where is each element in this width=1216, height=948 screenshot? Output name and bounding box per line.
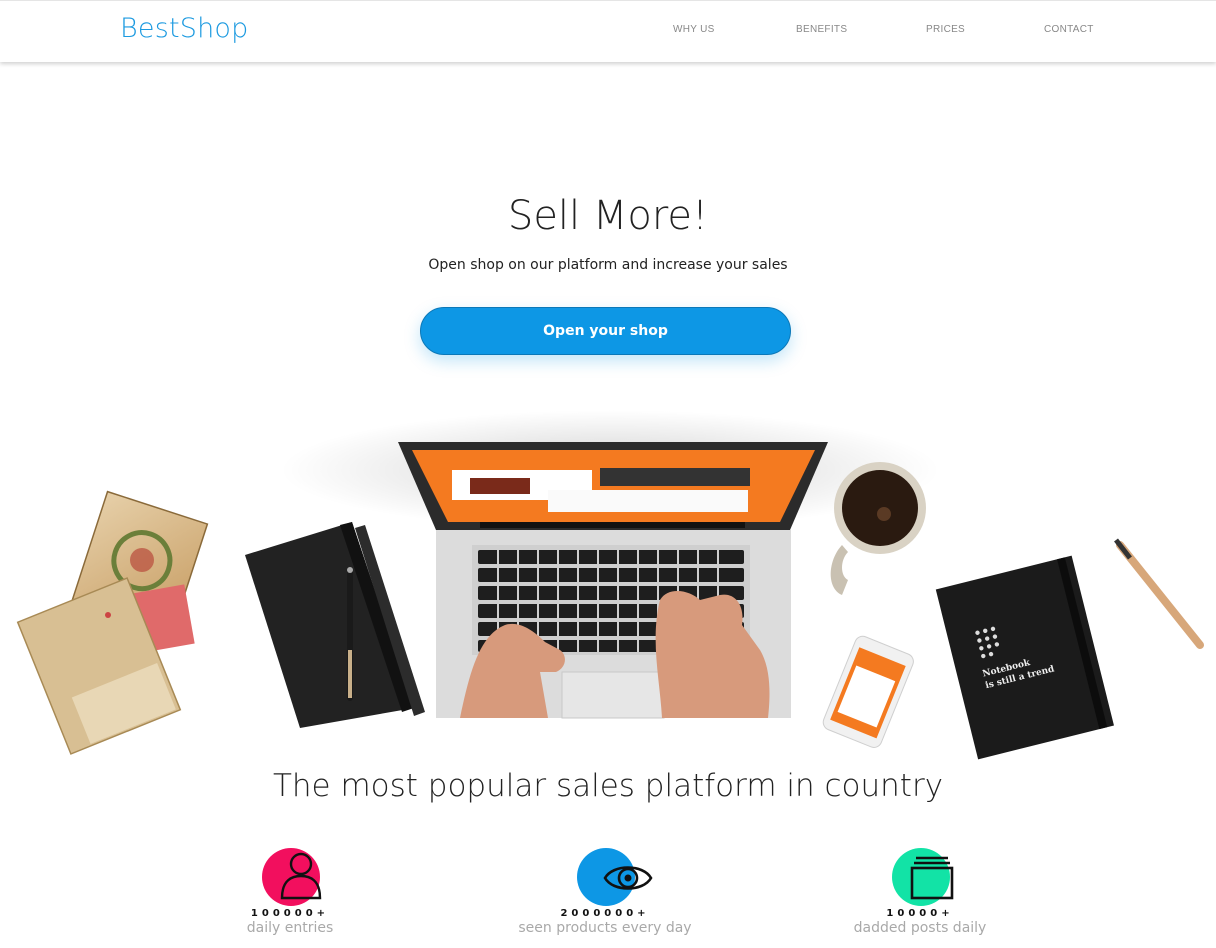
stat-number: 2000000+ (560, 908, 650, 919)
section-title: The most popular sales platform in count… (272, 768, 944, 804)
pencil (1114, 538, 1204, 649)
craft-notebooks (16, 490, 209, 755)
stat-label: dadded posts daily (853, 920, 987, 936)
brand-logo[interactable]: BestShop (120, 13, 248, 44)
black-notebook-left (245, 522, 425, 728)
desk-illustration: Notebook is still a trend (16, 410, 1204, 760)
open-shop-button[interactable]: Open your shop (420, 307, 791, 355)
nav-prices[interactable]: PRICES (926, 24, 965, 35)
stat-label: daily entries (246, 920, 334, 936)
user-icon (280, 852, 322, 900)
site-header: BestShop WHY US BENEFITS PRICES CONTACT (0, 0, 1216, 62)
coffee-mug (830, 462, 926, 595)
stat-daily-entries: 100000+ daily entries (180, 848, 400, 936)
nav-benefits[interactable]: BENEFITS (796, 24, 847, 35)
stat-number: 10000+ (886, 908, 954, 919)
stat-seen-products: 2000000+ seen products every day (495, 848, 715, 936)
hero-title: Sell More! (507, 193, 709, 239)
layers-icon (910, 856, 954, 900)
stat-number: 100000+ (250, 908, 330, 919)
stat-label: seen products every day (518, 920, 692, 936)
black-notebook-right: Notebook is still a trend (935, 555, 1114, 760)
nav-contact[interactable]: CONTACT (1044, 24, 1094, 35)
stat-added-posts: 10000+ dadded posts daily (810, 848, 1030, 936)
hero-subtitle: Open shop on our platform and increase y… (428, 257, 788, 273)
smartphone (822, 635, 914, 748)
nav-why-us[interactable]: WHY US (673, 24, 715, 35)
eye-icon (603, 866, 653, 890)
laptop (398, 442, 828, 719)
